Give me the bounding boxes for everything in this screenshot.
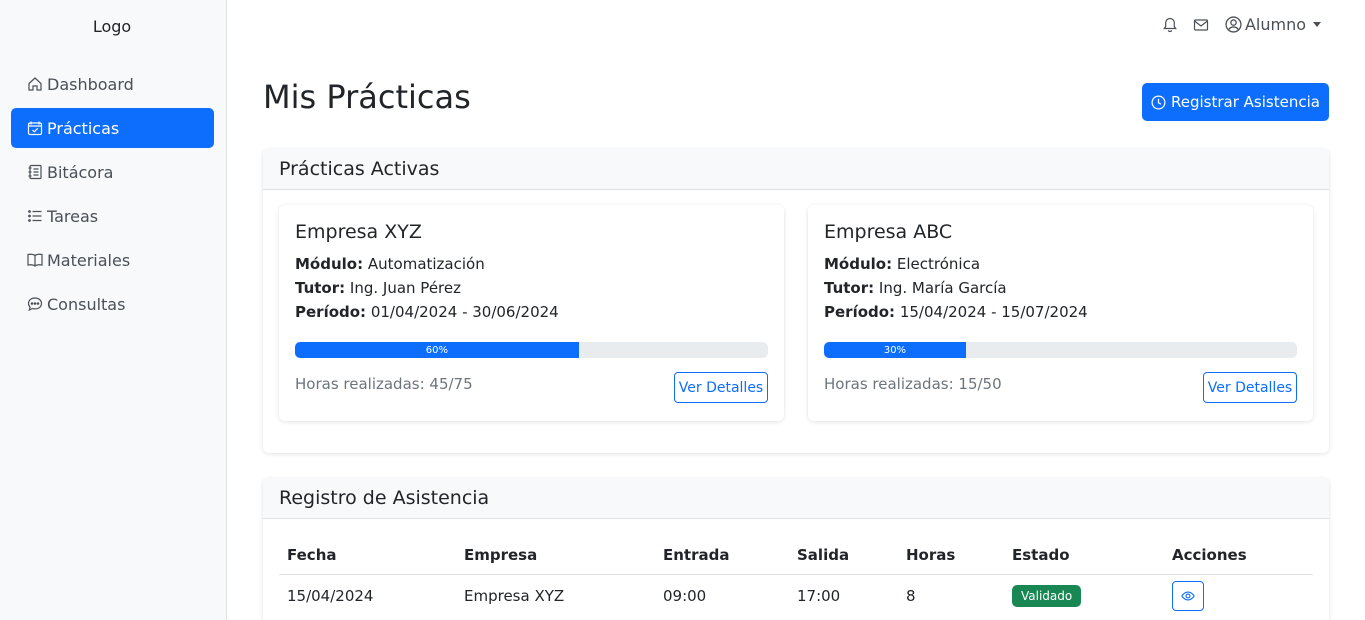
user-menu[interactable]: Alumno [1225,15,1321,34]
active-practices-card: Prácticas Activas Empresa XYZ Módulo: Au… [263,149,1329,453]
col-horas: Horas [898,536,1004,575]
sidebar-item-label: Consultas [47,294,126,314]
attendance-card: Registro de Asistencia Fecha Empresa Ent… [263,478,1329,620]
register-attendance-label: Registrar Asistencia [1171,93,1320,111]
list-task-icon [27,208,43,224]
table-row: 15/04/2024 Empresa XYZ 09:00 17:00 8 Val… [279,574,1313,618]
sidebar-item-consultas[interactable]: Consultas [11,284,214,324]
sidebar-item-label: Materiales [47,250,131,270]
cell-entrada: 09:00 [663,587,707,606]
col-salida: Salida [789,536,898,575]
topbar: Alumno [1147,15,1321,34]
cell-fecha: 15/04/2024 [287,587,374,606]
sidebar-item-bitacora[interactable]: Bitácora [11,152,214,192]
sidebar-item-practicas[interactable]: Prácticas [11,108,214,148]
practice-company: Empresa ABC [824,221,953,243]
col-entrada: Entrada [655,536,789,575]
sidebar-item-label: Tareas [47,206,99,226]
table-header-row: Fecha Empresa Entrada Salida Horas Estad… [279,536,1313,575]
practice-hours: Horas realizadas: 15/50 [824,375,1002,393]
calendar-check-icon [27,120,43,136]
col-acciones: Acciones [1164,536,1313,575]
page-title: Mis Prácticas [263,78,471,116]
sidebar-item-tareas[interactable]: Tareas [11,196,214,236]
practice-progress-bar: 30% [824,342,966,358]
bell-icon[interactable] [1162,17,1178,33]
practice-tutor: Tutor: Ing. Juan Pérez [295,279,461,297]
practice-modulo: Módulo: Automatización [295,255,485,273]
practice-progress: 60% [295,342,768,358]
col-estado: Estado [1004,536,1164,575]
chevron-down-icon [1313,22,1321,27]
active-practices-header: Prácticas Activas [263,149,1329,190]
attendance-header: Registro de Asistencia [263,478,1329,519]
eye-icon [1181,591,1195,601]
practice-card-1: Empresa XYZ Módulo: Automatización Tutor… [279,205,784,421]
journal-icon [27,164,43,180]
person-circle-icon [1225,16,1242,33]
envelope-icon[interactable] [1193,17,1209,33]
register-attendance-button[interactable]: Registrar Asistencia [1142,83,1329,121]
cell-horas: 8 [906,587,916,606]
practice-periodo: Período: 15/04/2024 - 15/07/2024 [824,303,1088,321]
practice-card-2: Empresa ABC Módulo: Electrónica Tutor: I… [808,205,1313,421]
home-icon [27,76,43,92]
practice-periodo: Período: 01/04/2024 - 30/06/2024 [295,303,559,321]
view-record-button[interactable] [1172,581,1204,612]
sidebar-nav: Dashboard Prácticas Bitácora Tareas Mate… [11,64,214,328]
practice-progress-bar: 60% [295,342,579,358]
practice-modulo: Módulo: Electrónica [824,255,981,273]
cell-empresa: Empresa XYZ [464,587,565,606]
sidebar-item-materiales[interactable]: Materiales [11,240,214,280]
status-badge: Validado [1012,585,1082,608]
practice-progress: 30% [824,342,1297,358]
cell-salida: 17:00 [797,587,841,606]
col-fecha: Fecha [279,536,456,575]
sidebar-item-label: Dashboard [47,74,134,94]
attendance-table: Fecha Empresa Entrada Salida Horas Estad… [279,536,1313,618]
sidebar-item-dashboard[interactable]: Dashboard [11,64,214,104]
user-name: Alumno [1244,15,1306,34]
chat-dots-icon [27,296,43,312]
cell-acciones [1164,574,1313,618]
sidebar-item-label: Bitácora [47,162,114,182]
sidebar: Logo Dashboard Prácticas Bitácora Tareas [0,0,227,620]
view-details-button[interactable]: Ver Detalles [674,372,768,403]
practice-company: Empresa XYZ [295,221,422,243]
book-icon [27,252,43,268]
practice-hours: Horas realizadas: 45/75 [295,375,473,393]
col-empresa: Empresa [456,536,655,575]
sidebar-item-label: Prácticas [47,118,120,138]
logo[interactable]: Logo [0,17,224,36]
view-details-button[interactable]: Ver Detalles [1203,372,1297,403]
cell-estado: Validado [1004,574,1164,618]
clock-icon [1151,95,1166,109]
practice-tutor: Tutor: Ing. María García [824,279,1007,297]
